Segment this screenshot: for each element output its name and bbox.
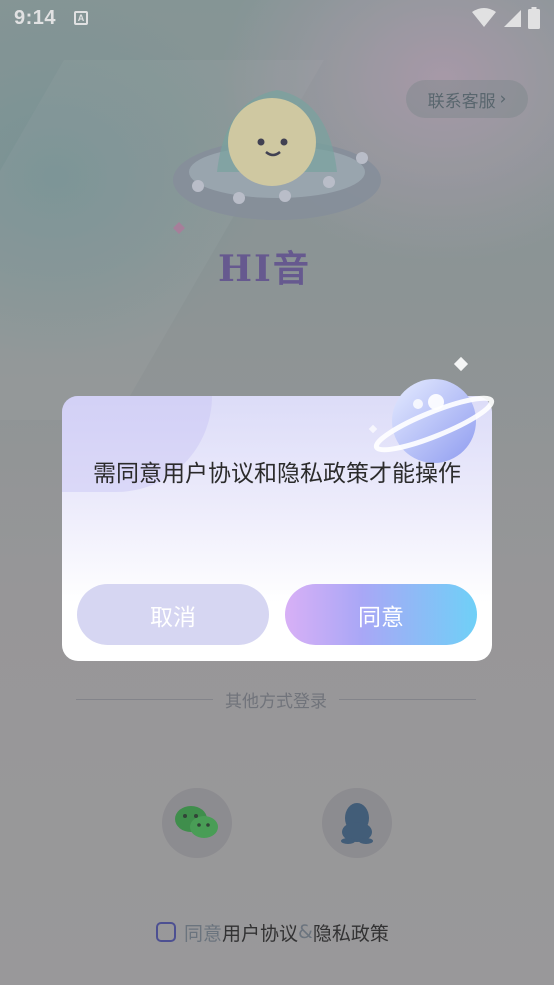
consent-dialog: 需同意用户协议和隐私政策才能操作 取消 同意 xyxy=(62,356,495,661)
dialog-message: 需同意用户协议和隐私政策才能操作 xyxy=(93,461,461,487)
planet-icon xyxy=(368,356,495,463)
agree-button[interactable]: 同意 xyxy=(285,584,477,645)
cancel-button[interactable]: 取消 xyxy=(77,584,269,645)
